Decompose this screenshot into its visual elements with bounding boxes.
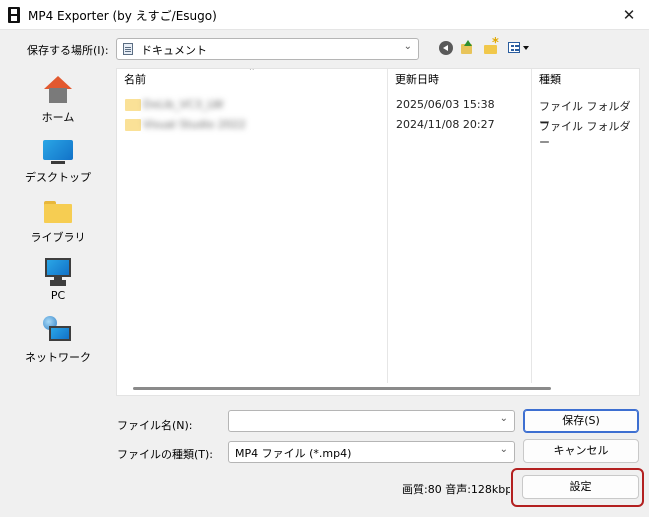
new-folder-button[interactable] [483, 36, 499, 56]
file-date: 2024/11/08 20:27 [396, 118, 495, 131]
folder-icon [125, 119, 141, 131]
file-name: Visual Studio 2022 [143, 118, 246, 131]
up-folder-button[interactable] [459, 40, 475, 56]
filetype-value: MP4 ファイル (*.mp4) [235, 447, 352, 460]
file-row[interactable]: Visual Studio 2022 2024/11/08 20:27 ファイル… [117, 115, 639, 149]
column-header-type[interactable]: 種類 [539, 69, 561, 91]
save-location-value: ドキュメント [141, 44, 207, 57]
close-button[interactable]: ✕ [617, 3, 641, 27]
column-header-date[interactable]: 更新日時 [395, 69, 439, 91]
chevron-down-icon: ⌄ [499, 413, 508, 424]
place-pc[interactable]: PC [14, 248, 102, 306]
place-label: ネットワーク [25, 351, 91, 364]
place-label: ホーム [41, 111, 75, 124]
column-header-name[interactable]: 名前 [124, 69, 146, 91]
save-location-label: 保存する場所(I): [27, 44, 109, 57]
file-type: ファイル フォルダー [539, 120, 631, 149]
horizontal-scrollbar[interactable] [133, 387, 551, 390]
place-desktop[interactable]: デスクトップ [14, 128, 102, 186]
chevron-down-icon: ⌄ [499, 444, 508, 455]
place-network[interactable]: ネットワーク [14, 308, 102, 366]
file-list[interactable]: ⌃ 名前 更新日時 種類 DxLib_VC3_LW 2025/06/03 15:… [116, 68, 640, 396]
file-date: 2025/06/03 15:38 [396, 98, 495, 111]
filename-label: ファイル名(N): [117, 419, 193, 432]
pc-icon [41, 256, 75, 286]
save-location-dropdown[interactable]: ドキュメント ⌄ [116, 38, 419, 60]
title-bar: MP4 Exporter (by えすご/Esugo) ✕ [0, 0, 649, 30]
home-icon [41, 76, 75, 106]
sort-ascending-icon: ⌃ [248, 68, 256, 77]
network-icon [41, 316, 75, 346]
document-icon [123, 43, 133, 55]
status-text: 画質:80 音声:128kbps [402, 483, 510, 496]
place-label: PC [50, 289, 66, 302]
place-label: ライブラリ [30, 231, 86, 244]
filetype-label: ファイルの種類(T): [117, 448, 214, 461]
film-icon [8, 7, 20, 23]
place-home[interactable]: ホーム [14, 68, 102, 126]
view-menu-button[interactable] [507, 40, 531, 56]
desktop-icon [41, 136, 75, 166]
save-button[interactable]: 保存(S) [523, 409, 639, 433]
chevron-down-icon: ⌄ [403, 41, 412, 52]
window-title: MP4 Exporter (by えすご/Esugo) [28, 9, 217, 23]
folder-icon [125, 99, 141, 111]
library-folder-icon [41, 196, 75, 226]
place-library[interactable]: ライブラリ [14, 188, 102, 246]
filetype-dropdown[interactable]: MP4 ファイル (*.mp4) ⌄ [228, 441, 515, 463]
back-button[interactable] [438, 40, 454, 56]
places-bar: ホーム デスクトップ ライブラリ PC ネットワーク [14, 68, 102, 384]
file-row[interactable]: DxLib_VC3_LW 2025/06/03 15:38 ファイル フォルダー [117, 95, 639, 129]
filename-input[interactable]: ⌄ [228, 410, 515, 432]
file-name: DxLib_VC3_LW [143, 98, 224, 111]
place-label: デスクトップ [25, 171, 91, 184]
cancel-button[interactable]: キャンセル [523, 439, 639, 463]
settings-button[interactable]: 設定 [522, 475, 639, 499]
